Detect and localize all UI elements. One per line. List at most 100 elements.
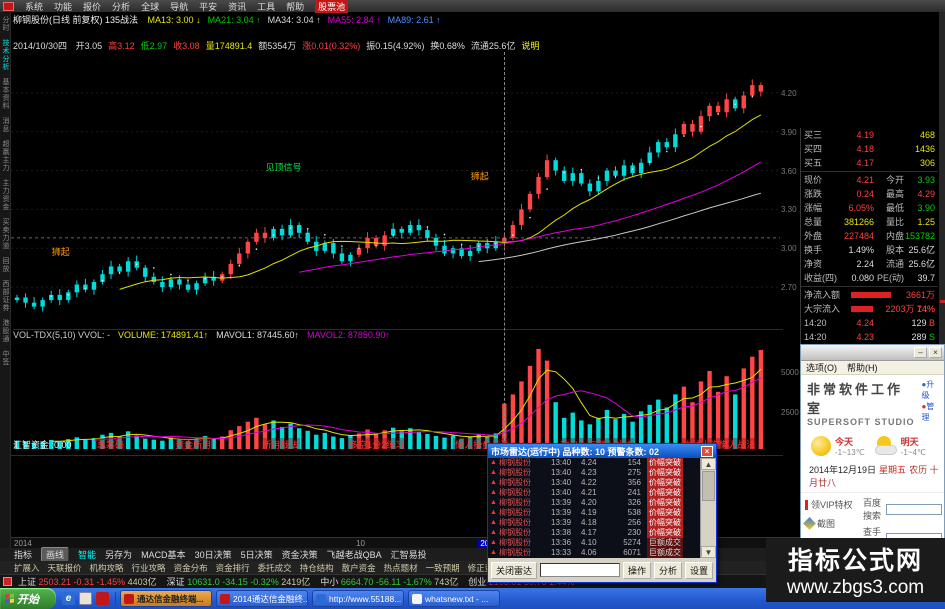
candlestick-chart[interactable]: 狮起 见顶信号狮起: [11, 50, 780, 330]
sidebar-item-买卖力道[interactable]: 买卖力道: [0, 218, 10, 250]
show-desktop-icon[interactable]: [79, 592, 92, 605]
sidebar-item-中签[interactable]: 中签: [0, 350, 10, 366]
sidebar-item-港股通[interactable]: 港股通: [0, 319, 10, 343]
radar-alert-row[interactable]: ▲ 柳钢股份 13:40 4.21 241 价幅突破: [488, 488, 701, 498]
supersoft-menu-帮助(H)[interactable]: 帮助(H): [847, 361, 878, 374]
menu-bar: 系统 功能 报价 分析 全球 导航 平安 资讯 工具 帮助 股票池: [0, 0, 945, 13]
supersoft-link-管理[interactable]: ●管理: [921, 401, 942, 423]
price-axis-label: 4.20: [781, 88, 797, 98]
quick-link-截图[interactable]: 截图: [803, 517, 863, 530]
menu-item-平安[interactable]: 平安: [199, 0, 217, 13]
supersoft-menu-选项(O)[interactable]: 选项(O): [806, 361, 837, 374]
left-sidebar: 分时技术分析基本资料消息超赢主力主力资金买卖力道回放西部证券港股通中签: [0, 12, 11, 548]
bid-row[interactable]: 买三 4.19 468: [801, 128, 938, 142]
radar-alert-row[interactable]: ▲ 柳钢股份 13:39 4.18 256 价幅突破: [488, 518, 701, 528]
tab-资金分布[interactable]: 资金分布: [174, 562, 208, 574]
sidebar-item-西部证券[interactable]: 西部证券: [0, 280, 10, 312]
menu-item-功能[interactable]: 功能: [54, 0, 72, 13]
weekday: 星期五: [879, 465, 907, 475]
radar-scrollbar[interactable]: ▲ ▼: [700, 458, 716, 558]
tab-持仓结构[interactable]: 持仓结构: [300, 562, 334, 574]
task-button-1[interactable]: 通达信金融终端...: [120, 590, 212, 607]
brand-cn: 非常软件工作室: [807, 383, 904, 417]
status-market-icon: [3, 577, 12, 586]
tab-画线[interactable]: 画线: [41, 547, 70, 562]
bid-row[interactable]: 买四 4.18 1436: [801, 142, 938, 156]
radar-分析-button[interactable]: 分析: [653, 561, 682, 579]
tab-MACD基本[interactable]: MACD基本: [141, 548, 186, 561]
radar-alert-row[interactable]: ▲ 柳钢股份 13:39 4.19 538 价幅突破: [488, 508, 701, 518]
sidebar-item-分时[interactable]: 分时: [0, 16, 10, 32]
tab-指标[interactable]: 指标: [14, 548, 32, 561]
volume-chart[interactable]: [11, 341, 780, 453]
sun-icon: [811, 436, 831, 456]
tab-热点题材[interactable]: 热点题材: [384, 562, 418, 574]
menu-item-工具[interactable]: 工具: [257, 0, 275, 13]
supersoft-link-升级[interactable]: ●升级: [921, 379, 942, 401]
tab-另存为[interactable]: 另存为: [105, 548, 132, 561]
menu-item-分析[interactable]: 分析: [112, 0, 130, 13]
tab-智能[interactable]: 智能: [78, 548, 96, 561]
flow-row: 净流入额 3661万 74%: [804, 290, 935, 314]
search-input-百度搜索[interactable]: [886, 503, 942, 515]
radar-alert-row[interactable]: ▲ 柳钢股份 13:40 4.24 154 价幅突破: [488, 458, 701, 468]
radar-操作-button[interactable]: 操作: [622, 561, 651, 579]
scroll-down-icon[interactable]: ▼: [701, 546, 716, 558]
menu-item-stock-pool[interactable]: 股票池: [315, 0, 349, 13]
start-button[interactable]: 开始: [0, 588, 56, 609]
tab-天联报价[interactable]: 天联报价: [48, 562, 82, 574]
sidebar-item-基本资料[interactable]: 基本资料: [0, 78, 10, 110]
scroll-up-icon[interactable]: ▲: [701, 458, 716, 470]
sidebar-item-回放[interactable]: 回放: [0, 257, 10, 273]
task-button-2[interactable]: 2014通达信金融终...: [216, 590, 308, 607]
minimize-icon[interactable]: –: [914, 347, 927, 358]
ma-value: MA34: 3.04 ↑: [267, 15, 321, 25]
radar-alert-row[interactable]: ▲ 柳钢股份 13:33 4.06 6071 巨额成交: [488, 548, 701, 558]
task-button-3[interactable]: http://www.55188...: [312, 590, 404, 607]
sidebar-item-技术分析[interactable]: 技术分析: [0, 39, 10, 71]
sidebar-item-主力资金[interactable]: 主力资金: [0, 179, 10, 211]
menu-item-报价[interactable]: 报价: [83, 0, 101, 13]
radar-alert-row[interactable]: ▲ 柳钢股份 13:40 4.22 356 价幅突破: [488, 478, 701, 488]
task-button-4[interactable]: whatsnew.txt - ...: [408, 590, 500, 607]
radar-alert-row[interactable]: ▲ 柳钢股份 13:39 4.20 326 价幅突破: [488, 498, 701, 508]
tab-扩展入[interactable]: 扩展入: [14, 562, 40, 574]
radar-alert-row[interactable]: ▲ 柳钢股份 13:40 4.23 275 价幅突破: [488, 468, 701, 478]
close-radar-button[interactable]: 关闭雷达: [491, 561, 538, 579]
ie-icon[interactable]: e: [62, 592, 75, 605]
site-watermark: 指标公式网 www.zbgs3.com: [766, 538, 945, 602]
radar-alert-row[interactable]: ▲ 柳钢股份 13:38 4.17 230 价幅突破: [488, 528, 701, 538]
sidebar-item-超赢主力[interactable]: 超赢主力: [0, 140, 10, 172]
tab-委托成交[interactable]: 委托成交: [258, 562, 292, 574]
close-icon[interactable]: ×: [701, 445, 713, 457]
tab-5日决策[interactable]: 5日决策: [241, 548, 273, 561]
quick-link-领VIP特权[interactable]: 领VIP特权: [805, 498, 863, 511]
tab-资金排行[interactable]: 资金排行: [216, 562, 250, 574]
search-row-百度搜索: 百度搜索: [863, 496, 942, 522]
radar-title-bar[interactable]: 市场雷达(运行中) 品种数: 10 预警条数: 02 ×: [488, 444, 716, 458]
quick-launch: e: [56, 592, 116, 605]
index-quote-中小: 中小 6664.70 -56.11 -1.67% 743亿: [320, 577, 459, 587]
app-shortcut-icon[interactable]: [96, 592, 109, 605]
tab-散户资金[interactable]: 散户资金: [342, 562, 376, 574]
menu-item-导航[interactable]: 导航: [170, 0, 188, 13]
tab-30日决策[interactable]: 30日决策: [195, 548, 232, 561]
menu-item-全球[interactable]: 全球: [141, 0, 159, 13]
bid-row[interactable]: 买五 4.17 306: [801, 156, 938, 170]
supersoft-title-bar[interactable]: – ×: [801, 345, 944, 361]
close-icon[interactable]: ×: [929, 347, 942, 358]
tab-行业攻略[interactable]: 行业攻略: [132, 562, 166, 574]
radar-alert-row[interactable]: ▲ 柳钢股份 13:36 4.10 5274 巨额成交: [488, 538, 701, 548]
tab-汇智易投[interactable]: 汇智易投: [391, 548, 427, 561]
tab-飞越老战QBA[interactable]: 飞越老战QBA: [327, 548, 382, 561]
menu-item-系统[interactable]: 系统: [25, 0, 43, 13]
menu-item-资讯[interactable]: 资讯: [228, 0, 246, 13]
tab-资金决策[interactable]: 资金决策: [282, 548, 318, 561]
radar-设置-button[interactable]: 设置: [684, 561, 713, 579]
tab-机构攻略[interactable]: 机构攻略: [90, 562, 124, 574]
tab-一致预期[interactable]: 一致预期: [426, 562, 460, 574]
menu-item-帮助[interactable]: 帮助: [286, 0, 304, 13]
sidebar-item-消息[interactable]: 消息: [0, 117, 10, 133]
date-axis-tick: 10: [356, 539, 365, 548]
scroll-thumb[interactable]: [702, 471, 715, 501]
